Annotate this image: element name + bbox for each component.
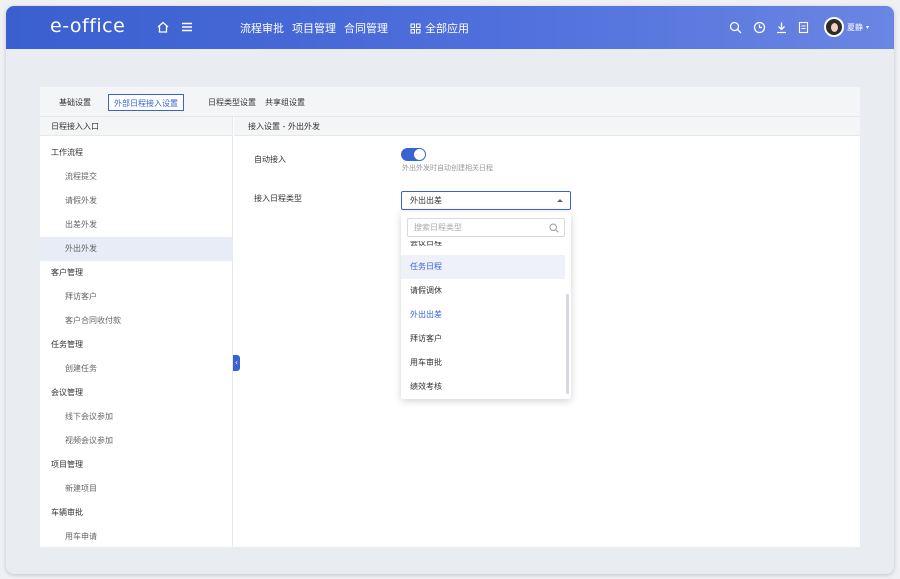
tab-external-schedule-access[interactable]: 外部日程接入设置 <box>108 94 184 111</box>
option-visit-customer[interactable]: 拜访客户 <box>401 327 565 351</box>
top-nav: 流程审批 项目管理 合同管理 <box>240 20 388 36</box>
schedule-type-select[interactable]: 外出出差 <box>401 191 571 210</box>
chevron-down-icon: ▾ <box>866 23 870 31</box>
search-icon[interactable] <box>726 18 744 36</box>
tree-item-vehicle-request[interactable]: 用车申请 <box>40 525 233 549</box>
app-logo[interactable]: e-office <box>50 15 125 37</box>
dropdown-scrollbar[interactable] <box>566 294 569 394</box>
search-placeholder: 搜索日程类型 <box>414 223 462 232</box>
entry-tree: 工作流程 流程提交 请假外发 出差外发 外出外发 客户管理 拜访客户 客户合同收… <box>40 141 233 549</box>
tree-item-create-task[interactable]: 创建任务 <box>40 357 233 381</box>
tab-schedule-type-settings[interactable]: 日程类型设置 <box>203 94 261 111</box>
user-menu[interactable]: 夏静 ▾ <box>824 17 869 37</box>
all-apps-button[interactable]: 全部应用 <box>410 20 469 36</box>
tree-item-video-meeting[interactable]: 视频会议参加 <box>40 429 233 453</box>
schedule-type-value: 外出出差 <box>410 196 442 205</box>
app-window: e-office 流程审批 项目管理 合同管理 全部应用 夏静 ▾ 基础设置 外… <box>6 6 894 574</box>
tree-group-project[interactable]: 项目管理 <box>40 453 233 477</box>
option-vehicle-approval[interactable]: 用车审批 <box>401 351 565 375</box>
tree-item-outing-outgoing[interactable]: 外出外发 <box>40 237 233 261</box>
tree-group-task[interactable]: 任务管理 <box>40 333 233 357</box>
all-apps-label: 全部应用 <box>425 22 469 35</box>
schedule-type-label: 接入日程类型 <box>254 194 302 203</box>
tree-item-leave-outgoing[interactable]: 请假外发 <box>40 189 233 213</box>
nav-item[interactable]: 流程审批 <box>240 20 284 36</box>
tree-item-offline-meeting[interactable]: 线下会议参加 <box>40 405 233 429</box>
tree-group-vehicle[interactable]: 车辆审批 <box>40 501 233 525</box>
access-entry-sidebar: 日程接入入口 工作流程 流程提交 请假外发 出差外发 外出外发 客户管理 拜访客… <box>40 117 233 547</box>
caret-up-icon <box>557 199 563 202</box>
avatar <box>824 17 844 37</box>
tree-item-customer-contract-payment[interactable]: 客户合同收付款 <box>40 309 233 333</box>
settings-tabs: 基础设置 外部日程接入设置 日程类型设置 共享组设置 <box>40 87 860 117</box>
document-icon[interactable] <box>794 18 812 36</box>
chevron-left-icon: ‹ <box>234 358 239 367</box>
apps-grid-icon <box>410 23 421 33</box>
clock-icon[interactable] <box>750 18 768 36</box>
sidebar-header: 日程接入入口 <box>40 117 232 136</box>
nav-item[interactable]: 合同管理 <box>344 20 388 36</box>
schedule-type-options: 会议日程 任务日程 请假调休 外出出差 拜访客户 用车审批 绩效考核 <box>401 241 565 399</box>
top-bar: e-office 流程审批 项目管理 合同管理 全部应用 夏静 ▾ <box>6 6 894 49</box>
schedule-type-dropdown: 搜索日程类型 会议日程 任务日程 请假调休 外出出差 拜访客户 用车审批 绩效考… <box>401 212 571 399</box>
download-icon[interactable] <box>772 18 790 36</box>
tree-item-new-project[interactable]: 新建项目 <box>40 477 233 501</box>
settings-header: 接入设置 - 外出外发 <box>234 117 860 136</box>
tree-group-meeting[interactable]: 会议管理 <box>40 381 233 405</box>
nav-item[interactable]: 项目管理 <box>292 20 336 36</box>
menu-icon[interactable] <box>178 18 196 36</box>
home-icon[interactable] <box>154 18 172 36</box>
option-leave-compensatory[interactable]: 请假调休 <box>401 279 565 303</box>
schedule-type-search[interactable]: 搜索日程类型 <box>407 218 565 237</box>
tree-item-visit-customer[interactable]: 拜访客户 <box>40 285 233 309</box>
tree-item-business-trip-outgoing[interactable]: 出差外发 <box>40 213 233 237</box>
option-meeting-schedule[interactable]: 会议日程 <box>401 241 565 255</box>
tab-basic-settings[interactable]: 基础设置 <box>54 94 96 111</box>
tree-group-workflow[interactable]: 工作流程 <box>40 141 233 165</box>
option-task-schedule[interactable]: 任务日程 <box>401 255 565 279</box>
option-performance-review[interactable]: 绩效考核 <box>401 375 565 399</box>
tab-share-group-settings[interactable]: 共享组设置 <box>260 94 310 111</box>
option-outing-trip[interactable]: 外出出差 <box>401 303 565 327</box>
search-icon <box>549 222 559 239</box>
tree-group-customer[interactable]: 客户管理 <box>40 261 233 285</box>
auto-access-label: 自动接入 <box>254 155 286 164</box>
auto-access-toggle[interactable] <box>401 148 426 161</box>
tree-item-process-submit[interactable]: 流程提交 <box>40 165 233 189</box>
user-name: 夏静 <box>847 22 863 32</box>
auto-access-hint: 外出外发时自动创建相关日程 <box>402 164 493 172</box>
settings-panel: 基础设置 外部日程接入设置 日程类型设置 共享组设置 日程接入入口 工作流程 流… <box>40 87 860 547</box>
collapse-sidebar-button[interactable]: ‹ <box>233 355 240 371</box>
